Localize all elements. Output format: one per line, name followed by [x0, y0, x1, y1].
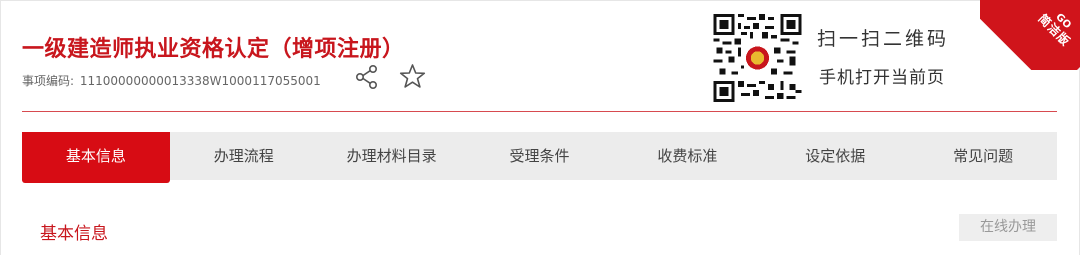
qr-scan-text: 扫一扫二维码	[817, 28, 950, 50]
online-apply-button[interactable]: 在线办理	[959, 214, 1057, 241]
qr-open-mobile-text: 手机打开当前页	[819, 68, 945, 88]
tab-materials[interactable]: 办理材料目录	[318, 132, 466, 180]
tab-basic-info[interactable]: 基本信息	[22, 132, 170, 183]
section-title: 基本信息	[40, 224, 108, 244]
tab-process[interactable]: 办理流程	[170, 132, 318, 180]
page-title: 一级建造师执业资格认定（增项注册）	[22, 37, 405, 62]
header-divider	[22, 111, 1057, 112]
item-code-value: 11100000000013338W1000117055001	[79, 74, 321, 88]
item-code: 事项编码: 11100000000013338W1000117055001	[22, 72, 321, 89]
tab-faq[interactable]: 常见问题	[909, 132, 1057, 180]
star-outline-icon[interactable]	[399, 63, 426, 90]
tab-fees[interactable]: 收费标准	[613, 132, 761, 180]
share-icon[interactable]	[354, 64, 380, 90]
simple-version-ribbon[interactable]: GO 简洁版	[980, 0, 1080, 70]
tab-conditions[interactable]: 受理条件	[466, 132, 614, 180]
item-code-label: 事项编码:	[22, 74, 75, 88]
tab-bar: 基本信息 办理流程 办理材料目录 受理条件 收费标准 设定依据 常见问题	[22, 132, 1057, 183]
qr-code-image	[713, 14, 802, 102]
tab-legal-basis[interactable]: 设定依据	[761, 132, 909, 180]
